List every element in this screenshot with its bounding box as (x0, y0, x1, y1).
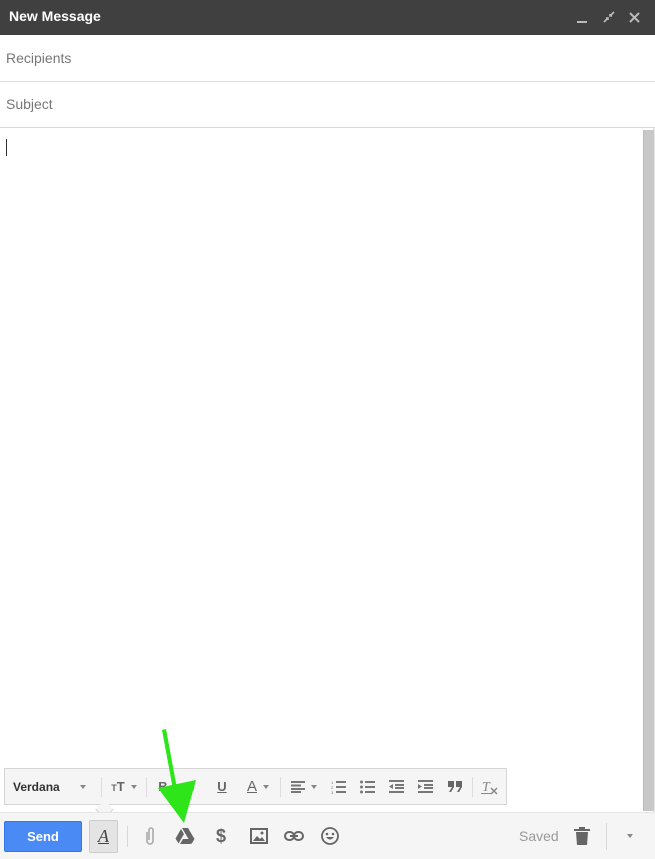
svg-text:3: 3 (331, 790, 334, 794)
font-size-button[interactable]: TT (108, 769, 140, 804)
google-drive-icon (175, 828, 195, 844)
svg-text:T: T (482, 780, 491, 795)
close-icon (629, 12, 640, 23)
font-family-select[interactable]: Verdana (13, 769, 95, 804)
divider (472, 777, 473, 797)
formatting-toolbar: Verdana TT B I U A 123 T (4, 768, 507, 805)
collapse-icon (603, 11, 615, 23)
discard-draft-button[interactable] (570, 824, 594, 848)
chevron-down-icon (130, 784, 137, 789)
bold-button[interactable]: B (153, 769, 173, 804)
numbered-list-button[interactable]: 123 (328, 769, 348, 804)
text-color-icon: A (246, 778, 257, 795)
insert-from-drive-button[interactable] (173, 824, 197, 848)
italic-button[interactable]: I (183, 769, 203, 804)
font-family-label: Verdana (13, 779, 60, 794)
remove-formatting-icon: T (481, 780, 498, 795)
indent-less-icon (388, 780, 404, 793)
quote-icon (447, 780, 462, 792)
draft-status: Saved (519, 828, 559, 844)
formatting-icon: A (98, 826, 109, 846)
minimize-button[interactable] (574, 9, 590, 25)
remove-formatting-button[interactable]: T (479, 769, 501, 804)
window-title: New Message (9, 8, 101, 24)
insert-emoji-button[interactable] (318, 824, 342, 848)
paperclip-icon (146, 827, 154, 845)
more-options-button[interactable] (618, 824, 642, 848)
text-cursor (6, 139, 7, 156)
divider (606, 823, 607, 850)
divider (280, 777, 281, 797)
divider (101, 777, 102, 797)
underline-icon: U (217, 779, 227, 794)
subject-row (0, 82, 655, 128)
recipients-row (0, 36, 655, 82)
insert-photo-button[interactable] (247, 824, 271, 848)
text-color-button[interactable]: A (242, 769, 274, 804)
subject-input[interactable] (6, 82, 646, 126)
message-body[interactable] (0, 128, 640, 768)
exit-full-screen-button[interactable] (601, 9, 617, 25)
link-icon (284, 831, 304, 841)
divider (146, 777, 147, 797)
emoji-icon (321, 827, 339, 845)
indent-more-icon (417, 780, 433, 793)
chevron-down-icon (263, 784, 269, 789)
bulleted-list-icon (359, 780, 375, 793)
bold-icon: B (158, 779, 168, 794)
attach-files-button[interactable] (138, 824, 162, 848)
dollar-icon: $ (215, 825, 226, 846)
body-scrollbar[interactable] (643, 130, 654, 811)
chevron-down-icon (79, 784, 86, 789)
chevron-down-icon (627, 834, 633, 838)
align-button[interactable] (287, 769, 321, 804)
italic-icon: I (191, 779, 195, 794)
close-button[interactable] (627, 9, 643, 25)
align-left-icon (291, 780, 305, 793)
indent-more-button[interactable] (415, 769, 435, 804)
compose-title-bar[interactable]: New Message (0, 0, 655, 35)
recipients-input[interactable] (6, 36, 646, 80)
photo-icon (250, 828, 268, 844)
divider (127, 826, 128, 847)
send-button[interactable]: Send (4, 821, 82, 852)
underline-button[interactable]: U (212, 769, 232, 804)
compose-bottom-bar: Send A $ Saved (0, 812, 655, 859)
indent-less-button[interactable] (386, 769, 406, 804)
chevron-down-icon (311, 784, 317, 789)
insert-link-button[interactable] (282, 824, 306, 848)
text-size-icon: TT (111, 779, 125, 794)
send-money-button[interactable]: $ (209, 824, 233, 848)
minimize-icon (577, 21, 587, 23)
numbered-list-icon: 123 (331, 780, 346, 794)
quote-button[interactable] (445, 769, 465, 804)
bulleted-list-button[interactable] (357, 769, 377, 804)
trash-icon (574, 827, 590, 845)
formatting-options-button[interactable]: A (89, 820, 118, 853)
